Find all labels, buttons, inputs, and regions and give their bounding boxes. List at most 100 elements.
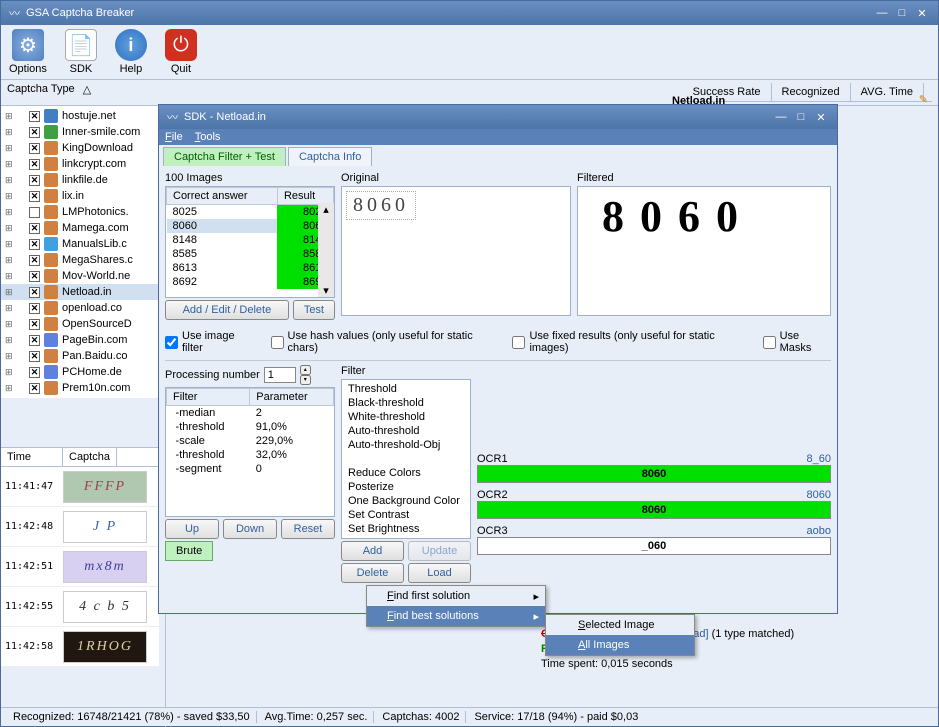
tree-item[interactable]: Mamega.com xyxy=(1,220,165,236)
tree-item[interactable]: ManualsLib.c xyxy=(1,236,165,252)
answer-row[interactable]: 86928692 xyxy=(167,275,334,289)
tree-item[interactable]: linkcrypt.com xyxy=(1,156,165,172)
filter-row[interactable]: -threshold32,0% xyxy=(167,448,334,462)
tree-item[interactable]: Mov-World.ne xyxy=(1,268,165,284)
toolbar-sdk[interactable]: 📄 SDK xyxy=(65,29,97,75)
close-button[interactable]: ✕ xyxy=(914,6,930,20)
toolbar-quit[interactable]: ⏻ Quit xyxy=(165,29,197,75)
tree-checkbox[interactable] xyxy=(29,143,40,154)
context-menu-item[interactable]: Find first solution▸ xyxy=(367,586,545,606)
tree-checkbox[interactable] xyxy=(29,335,40,346)
tree-item[interactable]: Prem10n.com xyxy=(1,380,165,396)
answer-row[interactable]: 85858585 xyxy=(167,247,334,261)
scrollbar[interactable]: ▴ ▾ xyxy=(318,203,334,297)
reset-button[interactable]: Reset xyxy=(281,519,335,539)
chk-image-filter[interactable]: Use image filter xyxy=(165,330,255,354)
chk-fixed-results[interactable]: Use fixed results (only useful for stati… xyxy=(512,330,746,354)
tree-item[interactable]: Inner-smile.com xyxy=(1,124,165,140)
sdk-close-button[interactable]: ✕ xyxy=(813,110,829,124)
tree-header[interactable]: Captcha Type xyxy=(7,83,75,102)
tree-checkbox[interactable] xyxy=(29,175,40,186)
tree-checkbox[interactable] xyxy=(29,271,40,282)
minimize-button[interactable]: — xyxy=(874,6,890,20)
answers-table[interactable]: Correct answer Result 802580258060806081… xyxy=(166,187,334,289)
sort-icon[interactable]: △ xyxy=(83,83,91,102)
menu-tools[interactable]: Tools xyxy=(195,131,221,143)
filter-row[interactable]: -threshold91,0% xyxy=(167,420,334,434)
filter-option[interactable]: One Background Color xyxy=(344,494,468,508)
chk-use-masks[interactable]: Use Masks xyxy=(763,330,831,354)
filter-option[interactable]: Posterize xyxy=(344,480,468,494)
time-row[interactable]: 11:42:581RHOG xyxy=(1,627,159,667)
tree-checkbox[interactable] xyxy=(29,223,40,234)
tree-item[interactable]: Netload.in xyxy=(1,284,165,300)
tree-item[interactable]: linkfile.de xyxy=(1,172,165,188)
filter-option[interactable]: White-threshold xyxy=(344,410,468,424)
tree-checkbox[interactable] xyxy=(29,319,40,330)
filter-row[interactable]: -scale229,0% xyxy=(167,434,334,448)
context-submenu-item[interactable]: All Images xyxy=(546,635,694,655)
filter-option[interactable]: Normalize xyxy=(344,536,468,539)
scroll-down-icon[interactable]: ▾ xyxy=(318,284,334,297)
delete-filter-button[interactable]: Delete xyxy=(341,563,404,583)
tree-checkbox[interactable] xyxy=(29,191,40,202)
maximize-button[interactable]: □ xyxy=(894,6,910,20)
tree-item[interactable]: LMPhotonics. xyxy=(1,204,165,220)
sdk-maximize-button[interactable]: □ xyxy=(793,110,809,124)
time-row[interactable]: 11:42:48J P xyxy=(1,507,159,547)
tree-checkbox[interactable] xyxy=(29,111,40,122)
answer-row[interactable]: 80608060 xyxy=(167,219,334,233)
context-submenu-item[interactable]: Selected Image xyxy=(546,615,694,635)
context-menu-item[interactable]: Find best solutions▸ xyxy=(367,606,545,626)
tree-checkbox[interactable] xyxy=(29,207,40,218)
captcha-col[interactable]: Captcha xyxy=(63,448,117,466)
tree-checkbox[interactable] xyxy=(29,351,40,362)
applied-filters-table[interactable]: FilterParameter -median2 -threshold91,0%… xyxy=(166,388,334,476)
filter-option[interactable]: Black-threshold xyxy=(344,396,468,410)
test-button[interactable]: Test xyxy=(293,300,335,320)
tree-checkbox[interactable] xyxy=(29,303,40,314)
time-row[interactable]: 11:42:51mx8m xyxy=(1,547,159,587)
time-row[interactable]: 11:42:554 c b 5 xyxy=(1,587,159,627)
toolbar-options[interactable]: ⚙ Options xyxy=(9,29,47,75)
brute-button[interactable]: Brute xyxy=(165,541,213,561)
load-filter-button[interactable]: Load xyxy=(408,563,471,583)
tree-item[interactable]: openload.co xyxy=(1,300,165,316)
add-filter-button[interactable]: Add xyxy=(341,541,404,561)
filter-option[interactable]: Auto-threshold-Obj xyxy=(344,438,468,452)
filter-option[interactable]: Reduce Colors xyxy=(344,466,468,480)
tab-filter-test[interactable]: Captcha Filter + Test xyxy=(163,147,286,166)
spin-down[interactable]: ▾ xyxy=(300,375,311,385)
up-button[interactable]: Up xyxy=(165,519,219,539)
time-row[interactable]: 11:41:47FFFP xyxy=(1,467,159,507)
filter-select-list[interactable]: ThresholdBlack-thresholdWhite-thresholdA… xyxy=(341,379,471,539)
time-col[interactable]: Time xyxy=(1,448,63,466)
filter-option[interactable] xyxy=(344,452,468,466)
tree-item[interactable]: PCHome.de xyxy=(1,364,165,380)
tree-checkbox[interactable] xyxy=(29,239,40,250)
edit-icon[interactable]: ✎ xyxy=(919,93,928,106)
menu-file[interactable]: File xyxy=(165,131,183,143)
toolbar-help[interactable]: i Help xyxy=(115,29,147,75)
answer-row[interactable]: 81488148 xyxy=(167,233,334,247)
answer-row[interactable]: 86138613 xyxy=(167,261,334,275)
sdk-minimize-button[interactable]: — xyxy=(773,110,789,124)
filter-row[interactable]: -segment0 xyxy=(167,462,334,476)
filter-row[interactable]: -median2 xyxy=(167,406,334,421)
down-button[interactable]: Down xyxy=(223,519,277,539)
tree-item[interactable]: PageBin.com xyxy=(1,332,165,348)
tree-checkbox[interactable] xyxy=(29,127,40,138)
filter-option[interactable]: Auto-threshold xyxy=(344,424,468,438)
scroll-up-icon[interactable]: ▴ xyxy=(318,203,334,216)
tree-item[interactable]: MegaShares.c xyxy=(1,252,165,268)
filter-option[interactable]: Set Brightness xyxy=(344,522,468,536)
answer-row[interactable]: 80258025 xyxy=(167,205,334,220)
add-edit-delete-button[interactable]: Add / Edit / Delete xyxy=(165,300,289,320)
filter-option[interactable]: Set Contrast xyxy=(344,508,468,522)
tree-item[interactable]: lix.in xyxy=(1,188,165,204)
main-titlebar[interactable]: 〰 GSA Captcha Breaker — □ ✕ xyxy=(1,1,938,25)
filter-option[interactable]: Threshold xyxy=(344,382,468,396)
tree-checkbox[interactable] xyxy=(29,159,40,170)
tab-captcha-info[interactable]: Captcha Info xyxy=(288,147,372,166)
tree-item[interactable]: KingDownload xyxy=(1,140,165,156)
